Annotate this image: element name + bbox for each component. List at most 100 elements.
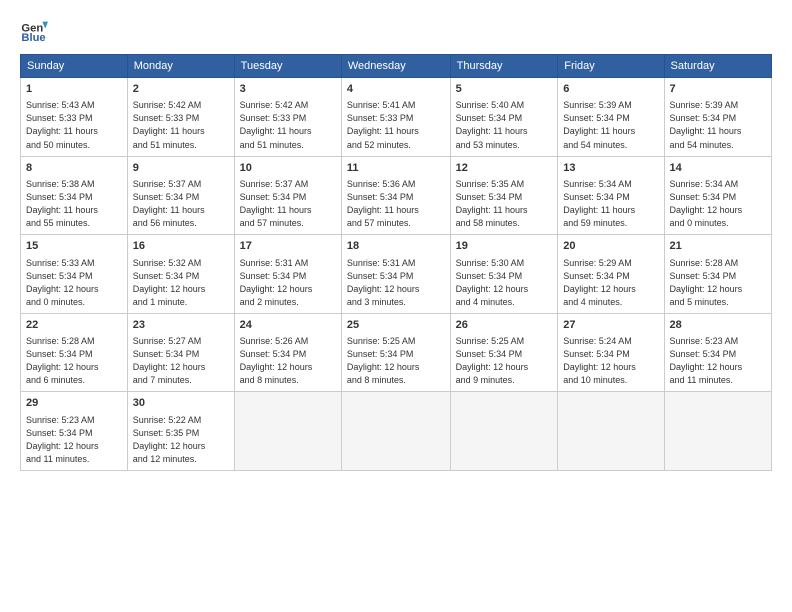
day-number: 25 — [347, 318, 445, 333]
day-info: Sunrise: 5:43 AM Sunset: 5:33 PM Dayligh… — [26, 99, 122, 151]
day-number: 28 — [670, 318, 766, 333]
calendar-cell: 15Sunrise: 5:33 AM Sunset: 5:34 PM Dayli… — [21, 235, 128, 314]
calendar-cell: 13 Sunrise: 5:34 AM Sunset: 5:34 PM Dayli… — [558, 156, 664, 235]
calendar-cell: 3 Sunrise: 5:42 AM Sunset: 5:33 PM Daylig… — [234, 78, 341, 157]
calendar-cell: 30 Sunrise: 5:22 AM Sunset: 5:35 PM Dayli… — [127, 392, 234, 471]
day-number: 11 — [347, 161, 445, 176]
calendar-cell: 19Sunrise: 5:30 AM Sunset: 5:34 PM Dayli… — [450, 235, 558, 314]
day-number: 23 — [133, 318, 229, 333]
day-number: 24 — [240, 318, 336, 333]
day-info: Sunrise: 5:31 AM Sunset: 5:34 PM Dayligh… — [347, 257, 445, 309]
day-number: 10 — [240, 161, 336, 176]
day-info: Sunrise: 5:28 AM Sunset: 5:34 PM Dayligh… — [670, 257, 766, 309]
day-number: 21 — [670, 239, 766, 254]
calendar-cell: 23Sunrise: 5:27 AM Sunset: 5:34 PM Dayli… — [127, 313, 234, 392]
day-info: Sunrise: 5:31 AM Sunset: 5:34 PM Dayligh… — [240, 257, 336, 309]
calendar-cell: 2Sunrise: 5:42 AM Sunset: 5:33 PM Daylig… — [127, 78, 234, 157]
day-number: 27 — [563, 318, 658, 333]
day-info: Sunrise: 5:22 AM Sunset: 5:35 PM Dayligh… — [133, 414, 229, 466]
day-info: Sunrise: 5:41 AM Sunset: 5:33 PM Dayligh… — [347, 99, 445, 151]
day-info: Sunrise: 5:40 AM Sunset: 5:34 PM Dayligh… — [456, 99, 553, 151]
calendar-cell: 20 Sunrise: 5:29 AM Sunset: 5:34 PM Dayli… — [558, 235, 664, 314]
calendar-cell: 10 Sunrise: 5:37 AM Sunset: 5:34 PM Dayli… — [234, 156, 341, 235]
day-info: Sunrise: 5:37 AM Sunset: 5:34 PM Dayligh… — [133, 178, 229, 230]
day-number: 14 — [670, 161, 766, 176]
day-number: 20 — [563, 239, 658, 254]
calendar-cell: 18 Sunrise: 5:31 AM Sunset: 5:34 PM Dayli… — [341, 235, 450, 314]
day-header: Saturday — [664, 55, 771, 78]
calendar-cell: 29Sunrise: 5:23 AM Sunset: 5:34 PM Dayli… — [21, 392, 128, 471]
calendar-cell — [664, 392, 771, 471]
day-header: Wednesday — [341, 55, 450, 78]
day-number: 4 — [347, 82, 445, 97]
day-info: Sunrise: 5:25 AM Sunset: 5:34 PM Dayligh… — [347, 335, 445, 387]
logo: Gen Blue — [20, 16, 50, 44]
calendar-cell: 22 Sunrise: 5:28 AM Sunset: 5:34 PM Dayli… — [21, 313, 128, 392]
day-number: 22 — [26, 318, 122, 333]
calendar-cell: 9 Sunrise: 5:37 AM Sunset: 5:34 PM Daylig… — [127, 156, 234, 235]
day-number: 3 — [240, 82, 336, 97]
calendar-cell — [341, 392, 450, 471]
day-number: 13 — [563, 161, 658, 176]
day-info: Sunrise: 5:23 AM Sunset: 5:34 PM Dayligh… — [670, 335, 766, 387]
day-number: 1 — [26, 82, 122, 97]
day-info: Sunrise: 5:26 AM Sunset: 5:34 PM Dayligh… — [240, 335, 336, 387]
day-header: Tuesday — [234, 55, 341, 78]
day-info: Sunrise: 5:30 AM Sunset: 5:34 PM Dayligh… — [456, 257, 553, 309]
day-info: Sunrise: 5:33 AM Sunset: 5:34 PM Dayligh… — [26, 257, 122, 309]
day-info: Sunrise: 5:34 AM Sunset: 5:34 PM Dayligh… — [563, 178, 658, 230]
calendar-cell: 5 Sunrise: 5:40 AM Sunset: 5:34 PM Daylig… — [450, 78, 558, 157]
calendar-cell: 6 Sunrise: 5:39 AM Sunset: 5:34 PM Daylig… — [558, 78, 664, 157]
day-info: Sunrise: 5:39 AM Sunset: 5:34 PM Dayligh… — [670, 99, 766, 151]
day-info: Sunrise: 5:32 AM Sunset: 5:34 PM Dayligh… — [133, 257, 229, 309]
calendar-cell: 11 Sunrise: 5:36 AM Sunset: 5:34 PM Dayli… — [341, 156, 450, 235]
day-info: Sunrise: 5:28 AM Sunset: 5:34 PM Dayligh… — [26, 335, 122, 387]
calendar-cell: 26 Sunrise: 5:25 AM Sunset: 5:34 PM Dayli… — [450, 313, 558, 392]
calendar-cell: 1 Sunrise: 5:43 AM Sunset: 5:33 PM Daylig… — [21, 78, 128, 157]
day-info: Sunrise: 5:42 AM Sunset: 5:33 PM Dayligh… — [133, 99, 229, 151]
calendar-cell: 25 Sunrise: 5:25 AM Sunset: 5:34 PM Dayli… — [341, 313, 450, 392]
day-info: Sunrise: 5:24 AM Sunset: 5:34 PM Dayligh… — [563, 335, 658, 387]
calendar-cell: 24 Sunrise: 5:26 AM Sunset: 5:34 PM Dayli… — [234, 313, 341, 392]
day-number: 7 — [670, 82, 766, 97]
day-header: Sunday — [21, 55, 128, 78]
day-number: 17 — [240, 239, 336, 254]
calendar-cell: 17 Sunrise: 5:31 AM Sunset: 5:34 PM Dayli… — [234, 235, 341, 314]
day-header: Monday — [127, 55, 234, 78]
calendar-cell — [234, 392, 341, 471]
day-number: 9 — [133, 161, 229, 176]
day-number: 30 — [133, 396, 229, 411]
day-info: Sunrise: 5:37 AM Sunset: 5:34 PM Dayligh… — [240, 178, 336, 230]
day-info: Sunrise: 5:38 AM Sunset: 5:34 PM Dayligh… — [26, 178, 122, 230]
day-info: Sunrise: 5:36 AM Sunset: 5:34 PM Dayligh… — [347, 178, 445, 230]
calendar-cell: 27 Sunrise: 5:24 AM Sunset: 5:34 PM Dayli… — [558, 313, 664, 392]
calendar-cell: 8 Sunrise: 5:38 AM Sunset: 5:34 PM Daylig… — [21, 156, 128, 235]
day-info: Sunrise: 5:23 AM Sunset: 5:34 PM Dayligh… — [26, 414, 122, 466]
day-info: Sunrise: 5:29 AM Sunset: 5:34 PM Dayligh… — [563, 257, 658, 309]
day-number: 16 — [133, 239, 229, 254]
calendar-cell: 28 Sunrise: 5:23 AM Sunset: 5:34 PM Dayli… — [664, 313, 771, 392]
day-header: Thursday — [450, 55, 558, 78]
svg-text:Blue: Blue — [21, 32, 45, 44]
page-header: Gen Blue — [20, 16, 772, 44]
day-info: Sunrise: 5:25 AM Sunset: 5:34 PM Dayligh… — [456, 335, 553, 387]
day-info: Sunrise: 5:35 AM Sunset: 5:34 PM Dayligh… — [456, 178, 553, 230]
day-number: 5 — [456, 82, 553, 97]
calendar-cell: 16 Sunrise: 5:32 AM Sunset: 5:34 PM Dayli… — [127, 235, 234, 314]
day-info: Sunrise: 5:42 AM Sunset: 5:33 PM Dayligh… — [240, 99, 336, 151]
day-number: 26 — [456, 318, 553, 333]
day-info: Sunrise: 5:39 AM Sunset: 5:34 PM Dayligh… — [563, 99, 658, 151]
day-number: 8 — [26, 161, 122, 176]
day-number: 12 — [456, 161, 553, 176]
logo-icon: Gen Blue — [20, 16, 48, 44]
day-number: 6 — [563, 82, 658, 97]
calendar-cell: 21 Sunrise: 5:28 AM Sunset: 5:34 PM Dayli… — [664, 235, 771, 314]
calendar-cell: 12 Sunrise: 5:35 AM Sunset: 5:34 PM Dayli… — [450, 156, 558, 235]
calendar-cell: 7 Sunrise: 5:39 AM Sunset: 5:34 PM Daylig… — [664, 78, 771, 157]
calendar-cell — [558, 392, 664, 471]
day-info: Sunrise: 5:34 AM Sunset: 5:34 PM Dayligh… — [670, 178, 766, 230]
calendar-cell — [450, 392, 558, 471]
day-number: 18 — [347, 239, 445, 254]
calendar-table: SundayMondayTuesdayWednesdayThursdayFrid… — [20, 54, 772, 471]
calendar-cell: 4 Sunrise: 5:41 AM Sunset: 5:33 PM Daylig… — [341, 78, 450, 157]
